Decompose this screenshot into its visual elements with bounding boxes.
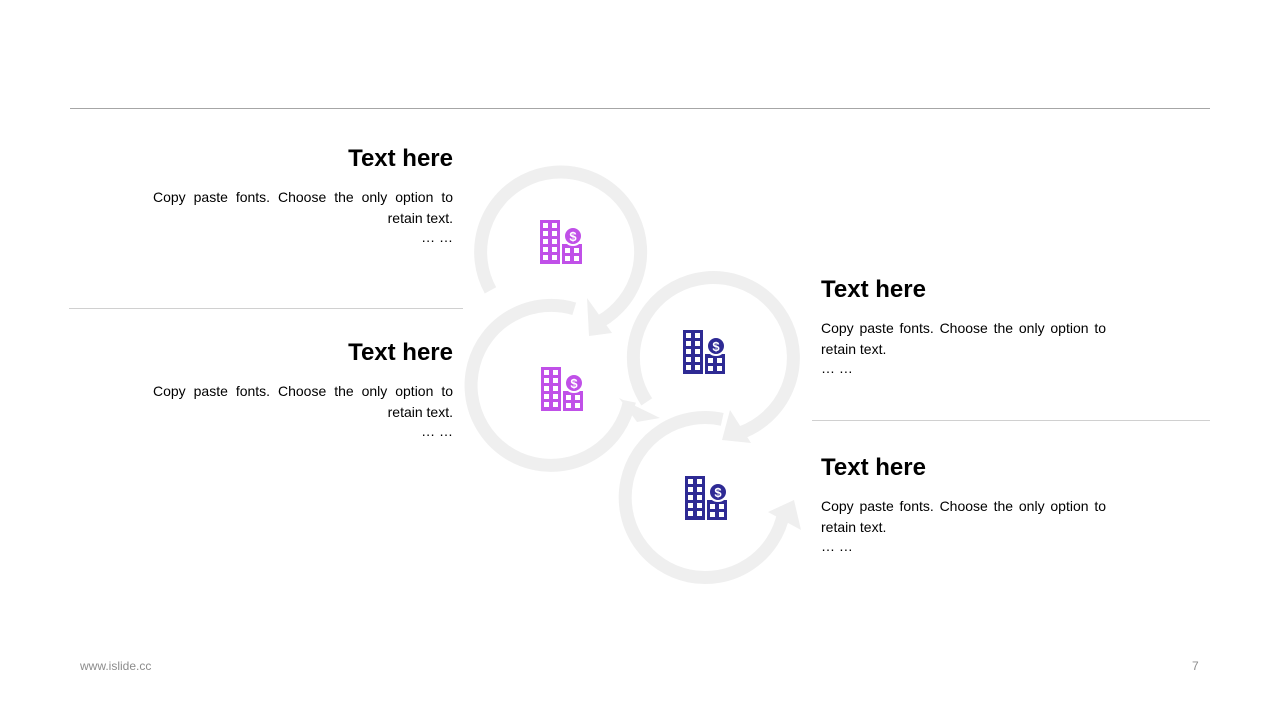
cycle-arrows [464, 165, 800, 585]
building-dollar-icon [682, 329, 726, 375]
footer-website[interactable]: www.islide.cc [80, 659, 151, 673]
page-number: 7 [1192, 659, 1199, 673]
building-dollar-icon [684, 475, 728, 521]
building-dollar-icon [539, 219, 583, 265]
building-dollar-icon [540, 366, 584, 412]
cycle-diagram: $ [464, 165, 801, 585]
